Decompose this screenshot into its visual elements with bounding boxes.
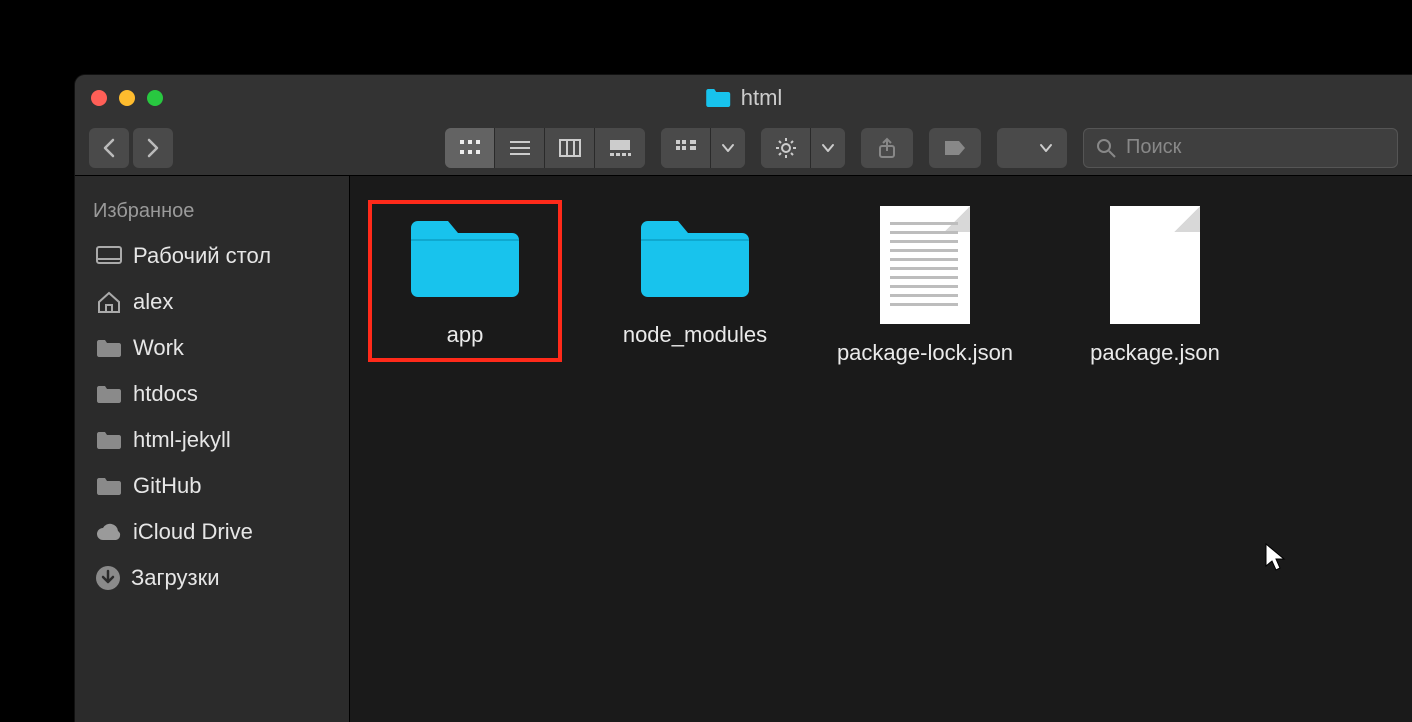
sidebar: Избранное Рабочий стол alex Work htdocs … bbox=[75, 176, 350, 722]
sidebar-item-icloud[interactable]: iCloud Drive bbox=[87, 509, 337, 555]
cursor-icon bbox=[1263, 542, 1287, 572]
sidebar-item-label: alex bbox=[133, 289, 173, 315]
window-title-text: html bbox=[741, 85, 783, 111]
minimize-button[interactable] bbox=[119, 90, 135, 106]
sidebar-item-label: iCloud Drive bbox=[133, 519, 253, 545]
sidebar-item-label: GitHub bbox=[133, 473, 201, 499]
window-title: html bbox=[705, 85, 783, 111]
sidebar-item-label: Work bbox=[133, 335, 184, 361]
close-button[interactable] bbox=[91, 90, 107, 106]
sidebar-item-htdocs[interactable]: htdocs bbox=[87, 371, 337, 417]
sidebar-item-label: Загрузки bbox=[131, 565, 220, 591]
download-icon bbox=[95, 565, 121, 591]
group-dropdown[interactable] bbox=[711, 128, 745, 168]
desktop-icon bbox=[95, 245, 123, 267]
zoom-button[interactable] bbox=[147, 90, 163, 106]
file-icon bbox=[1110, 206, 1200, 324]
nav-group bbox=[89, 128, 173, 168]
search-icon bbox=[1096, 138, 1116, 158]
item-label: package.json bbox=[1090, 338, 1220, 368]
folder-item-node-modules[interactable]: node_modules bbox=[600, 202, 790, 350]
file-item-package-lock[interactable]: package-lock.json bbox=[830, 202, 1020, 368]
window-body: Избранное Рабочий стол alex Work htdocs … bbox=[75, 176, 1412, 722]
item-label: package-lock.json bbox=[837, 338, 1013, 368]
list-view-button[interactable] bbox=[495, 128, 545, 168]
search-field[interactable] bbox=[1083, 128, 1398, 168]
sidebar-item-downloads[interactable]: Загрузки bbox=[87, 555, 337, 601]
folder-item-app[interactable]: app bbox=[370, 202, 560, 360]
traffic-lights bbox=[91, 90, 163, 106]
sidebar-item-label: html-jekyll bbox=[133, 427, 231, 453]
sidebar-item-html-jekyll[interactable]: html-jekyll bbox=[87, 417, 337, 463]
sidebar-heading: Избранное bbox=[87, 194, 337, 233]
column-view-button[interactable] bbox=[545, 128, 595, 168]
cloud-icon bbox=[95, 522, 123, 542]
back-button[interactable] bbox=[89, 128, 129, 168]
content-area[interactable]: app node_modules package-lock.json bbox=[350, 176, 1412, 722]
gear-dropdown[interactable] bbox=[811, 128, 845, 168]
tags-button[interactable] bbox=[929, 128, 981, 168]
group-button[interactable] bbox=[661, 128, 711, 168]
folder-icon bbox=[635, 206, 755, 306]
view-switcher bbox=[445, 128, 645, 168]
file-item-package-json[interactable]: package.json bbox=[1060, 202, 1250, 368]
icon-view-button[interactable] bbox=[445, 128, 495, 168]
gear-button[interactable] bbox=[761, 128, 811, 168]
finder-window: html bbox=[75, 75, 1412, 722]
sidebar-item-work[interactable]: Work bbox=[87, 325, 337, 371]
item-label: node_modules bbox=[623, 320, 767, 350]
item-label: app bbox=[447, 320, 484, 350]
sidebar-item-github[interactable]: GitHub bbox=[87, 463, 337, 509]
folder-icon bbox=[705, 87, 731, 109]
forward-button[interactable] bbox=[133, 128, 173, 168]
action-menu bbox=[761, 128, 845, 168]
home-icon bbox=[95, 290, 123, 314]
folder-icon bbox=[405, 206, 525, 306]
sidebar-item-desktop[interactable]: Рабочий стол bbox=[87, 233, 337, 279]
folder-icon bbox=[95, 383, 123, 405]
share-button[interactable] bbox=[861, 128, 913, 168]
group-by bbox=[661, 128, 745, 168]
file-icon bbox=[880, 206, 970, 324]
titlebar: html bbox=[75, 75, 1412, 120]
folder-icon bbox=[95, 475, 123, 497]
sidebar-item-label: htdocs bbox=[133, 381, 198, 407]
sidebar-item-home[interactable]: alex bbox=[87, 279, 337, 325]
extra-dropdown[interactable] bbox=[997, 128, 1067, 168]
folder-icon bbox=[95, 429, 123, 451]
gallery-view-button[interactable] bbox=[595, 128, 645, 168]
sidebar-item-label: Рабочий стол bbox=[133, 243, 271, 269]
search-input[interactable] bbox=[1126, 136, 1391, 159]
folder-icon bbox=[95, 337, 123, 359]
toolbar bbox=[75, 120, 1412, 176]
